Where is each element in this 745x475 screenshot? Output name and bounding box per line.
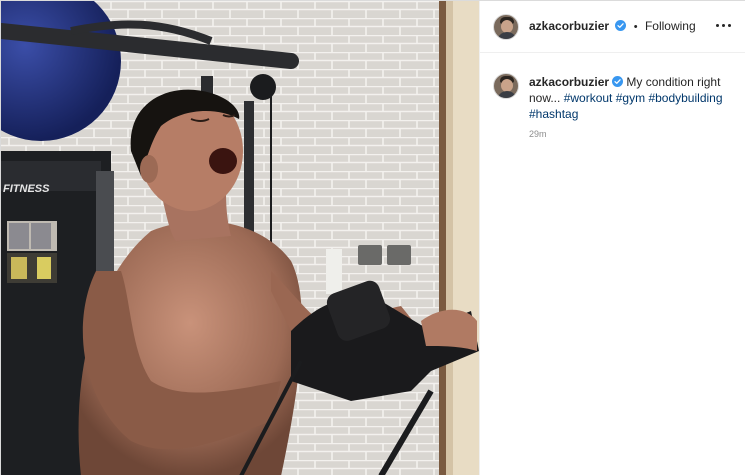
hashtag-link[interactable]: #workout: [564, 91, 613, 105]
instagram-post: FITNESS azkacorbuzier • Following azkaco…: [0, 0, 745, 475]
more-options-icon[interactable]: [713, 15, 737, 35]
following-button[interactable]: Following: [645, 19, 696, 33]
caption-username[interactable]: azkacorbuzier: [529, 75, 609, 89]
post-timestamp[interactable]: 29m: [529, 129, 547, 139]
post-header: azkacorbuzier • Following: [480, 1, 745, 53]
caption-avatar[interactable]: [493, 73, 519, 99]
verified-badge-icon: [615, 20, 627, 31]
gym-brand-text: FITNESS: [3, 183, 50, 195]
caption-text: azkacorbuzier My condition right now... …: [529, 74, 739, 122]
gym-photo-illustration: FITNESS: [1, 1, 479, 475]
header-name-row: azkacorbuzier • Following: [529, 19, 696, 33]
post-side-panel: azkacorbuzier • Following azkacorbuzier …: [479, 1, 745, 475]
caption-verified-badge-icon: [612, 76, 624, 87]
hashtag-link[interactable]: #bodybuilding: [648, 91, 722, 105]
post-photo[interactable]: FITNESS: [1, 1, 479, 475]
header-username[interactable]: azkacorbuzier: [529, 19, 609, 33]
hashtag-link[interactable]: #gym: [616, 91, 645, 105]
separator-dot: •: [633, 21, 638, 33]
hashtag-link[interactable]: #hashtag: [529, 107, 578, 121]
avatar[interactable]: [493, 14, 519, 40]
